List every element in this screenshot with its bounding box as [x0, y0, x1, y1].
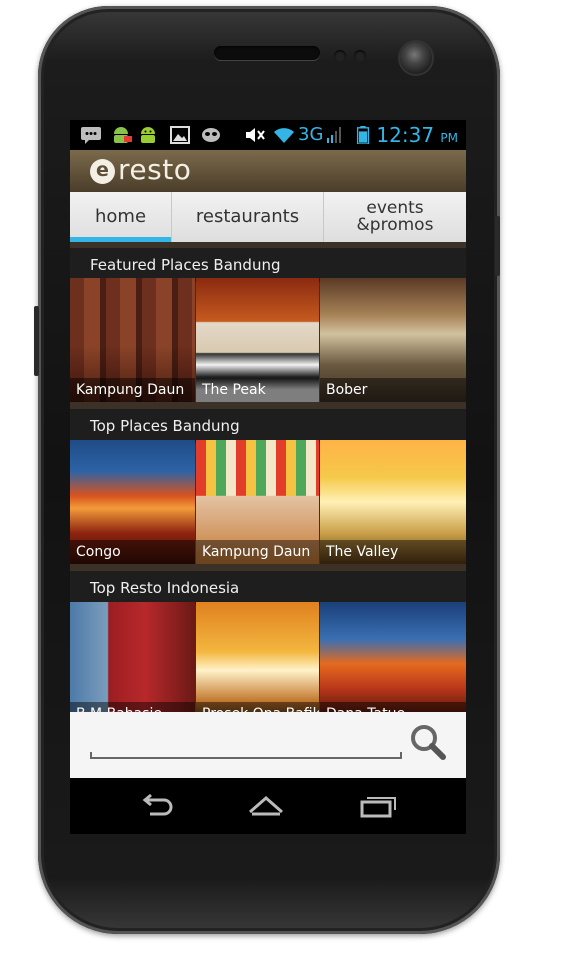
- place-name: Kampung Daun: [70, 378, 195, 402]
- tab-events-promos[interactable]: events &promos: [324, 192, 466, 242]
- place-name: B.M Bahasie: [70, 702, 195, 712]
- section-title: Top Places Bandung: [70, 409, 466, 443]
- place-card[interactable]: Bober: [320, 278, 466, 402]
- app-header: e resto: [70, 150, 466, 192]
- light-sensor: [354, 50, 366, 62]
- place-name: Prosek Ona Bafik: [196, 702, 319, 712]
- recent-apps-icon[interactable]: [358, 792, 398, 820]
- wifi-icon: [274, 128, 294, 143]
- mute-icon: [246, 128, 265, 142]
- tab-bar: home restaurants events &promos: [70, 192, 466, 242]
- place-card[interactable]: Congo: [70, 440, 195, 564]
- place-card[interactable]: B.M Bahasie: [70, 602, 195, 712]
- network-type: 3G: [298, 124, 324, 145]
- place-card[interactable]: The Peak: [196, 278, 319, 402]
- proximity-sensor: [334, 50, 346, 62]
- clock-time: 12:37: [376, 123, 435, 147]
- place-card[interactable]: Prosek Ona Bafik: [196, 602, 319, 712]
- place-name: Congo: [70, 540, 195, 564]
- alien-icon: [202, 128, 220, 142]
- back-icon[interactable]: [136, 792, 176, 820]
- app-logo-icon: e: [90, 159, 115, 184]
- status-bar: 3G 12:37 PM: [70, 120, 466, 150]
- message-icon: [81, 127, 101, 144]
- section-title: Featured Places Bandung: [70, 248, 466, 282]
- power-button: [495, 216, 500, 276]
- place-card[interactable]: Kampung Daun: [70, 278, 195, 402]
- android-debug-icon: [114, 127, 132, 143]
- tab-restaurants-label: restaurants: [195, 206, 300, 227]
- search-underline: [90, 752, 402, 759]
- front-camera: [400, 42, 432, 74]
- place-card[interactable]: Kampung Daun: [196, 440, 319, 564]
- battery-icon: [356, 126, 370, 144]
- place-card[interactable]: The Valley: [320, 440, 466, 564]
- home-content[interactable]: Featured Places Bandung Kampung Daun The…: [70, 242, 466, 712]
- image-icon: [170, 126, 190, 144]
- place-name: The Valley: [320, 540, 466, 564]
- volume-button: [34, 306, 39, 376]
- clock: 12:37 PM: [376, 123, 458, 150]
- tab-restaurants[interactable]: restaurants: [172, 192, 324, 242]
- clock-ampm: PM: [440, 131, 458, 145]
- section-title: Top Resto Indonesia: [70, 571, 466, 605]
- app-title: resto: [118, 153, 192, 186]
- place-name: The Peak: [196, 378, 319, 402]
- earpiece-speaker: [214, 46, 320, 60]
- place-name: Kampung Daun: [196, 540, 319, 564]
- signal-icon: [327, 127, 341, 143]
- place-name: Dana Tatue: [320, 702, 466, 712]
- search-input[interactable]: [92, 728, 400, 756]
- tab-promos-label: &promos: [356, 215, 434, 235]
- system-nav-bar: [70, 778, 466, 834]
- android-icon: [141, 127, 155, 143]
- phone-screen: 3G 12:37 PM e resto home restaurants eve…: [70, 120, 466, 778]
- place-name: Bober: [320, 378, 466, 402]
- home-icon[interactable]: [246, 792, 286, 820]
- search-icon[interactable]: [408, 722, 448, 762]
- search-bar: [70, 712, 466, 778]
- tab-home-label: home: [94, 206, 147, 227]
- tab-home[interactable]: home: [70, 192, 172, 242]
- place-card[interactable]: Dana Tatue: [320, 602, 466, 712]
